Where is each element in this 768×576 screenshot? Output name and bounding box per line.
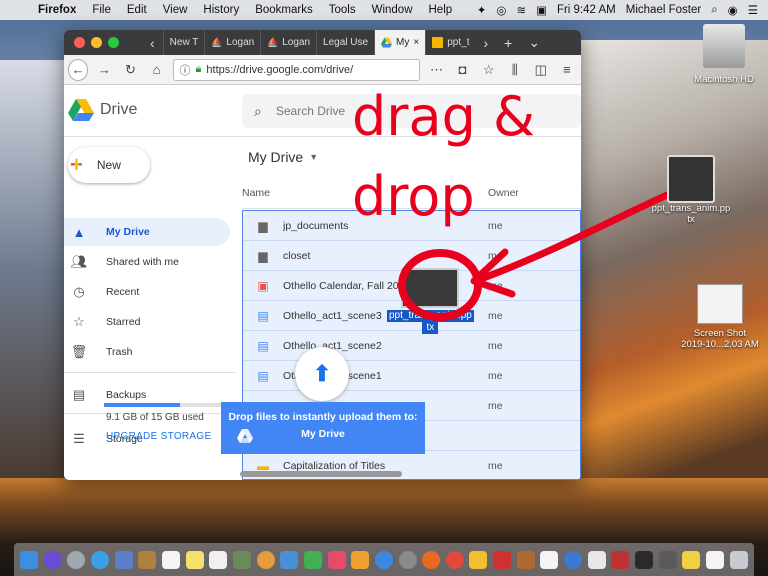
calendar-icon[interactable] [161, 550, 180, 569]
desktop-item-label: Macintosh HD [694, 74, 754, 85]
desktop-item-label: ppt_trans_anim.pp [651, 203, 731, 214]
trash-dock-icon[interactable] [729, 550, 748, 569]
facetime-icon[interactable] [303, 550, 322, 569]
reminders-icon[interactable] [209, 550, 228, 569]
app-store-icon[interactable] [374, 550, 393, 569]
dock [14, 543, 754, 576]
annotation-drop-text: drop [352, 165, 475, 228]
downloads-stack-icon[interactable] [706, 550, 725, 569]
firefox-icon[interactable] [422, 550, 441, 569]
maps-icon[interactable] [232, 550, 251, 569]
desktop-item-screenshot[interactable]: Screen Shot 2019-10...2.03 AM [676, 284, 764, 350]
music-icon[interactable] [327, 550, 346, 569]
document-icon[interactable] [587, 550, 606, 569]
desktop-item-label-ext: tx [687, 214, 695, 225]
help-icon[interactable] [493, 550, 512, 569]
photo-booth-icon[interactable] [611, 550, 630, 569]
activity-monitor-icon[interactable] [658, 550, 677, 569]
finder-icon[interactable] [20, 550, 38, 569]
books-icon[interactable] [351, 550, 370, 569]
system-preferences-icon[interactable] [398, 550, 417, 569]
hard-drive-icon [703, 24, 745, 68]
textedit-icon[interactable] [540, 550, 559, 569]
safari-icon[interactable] [90, 550, 109, 569]
chrome-icon[interactable] [445, 550, 464, 569]
network-icon[interactable] [564, 550, 583, 569]
contacts-icon[interactable] [138, 550, 157, 569]
desktop-item-macintosh-hd[interactable]: Macintosh HD [684, 24, 764, 85]
photos-icon[interactable] [256, 550, 275, 569]
slides-app-icon[interactable] [682, 550, 701, 569]
desktop-item-pptx[interactable]: ppt_trans_anim.pp tx [646, 155, 736, 225]
drop-target-circle [398, 249, 482, 321]
siri-app-icon[interactable] [43, 550, 62, 569]
terminal-icon[interactable] [635, 550, 654, 569]
cyberduck-icon[interactable] [469, 550, 488, 569]
desktop-item-label: Screen Shot [693, 328, 747, 339]
launchpad-icon[interactable] [67, 550, 86, 569]
screenshot-file-icon [697, 284, 743, 324]
annotation-drag-text: drag & [352, 85, 536, 148]
mail-icon[interactable] [114, 550, 133, 569]
scripting-icon[interactable] [516, 550, 535, 569]
pptx-file-icon [667, 155, 715, 203]
desktop-item-label-date: 2019-10...2.03 AM [681, 339, 759, 350]
notes-icon[interactable] [185, 550, 204, 569]
messages-icon[interactable] [280, 550, 299, 569]
